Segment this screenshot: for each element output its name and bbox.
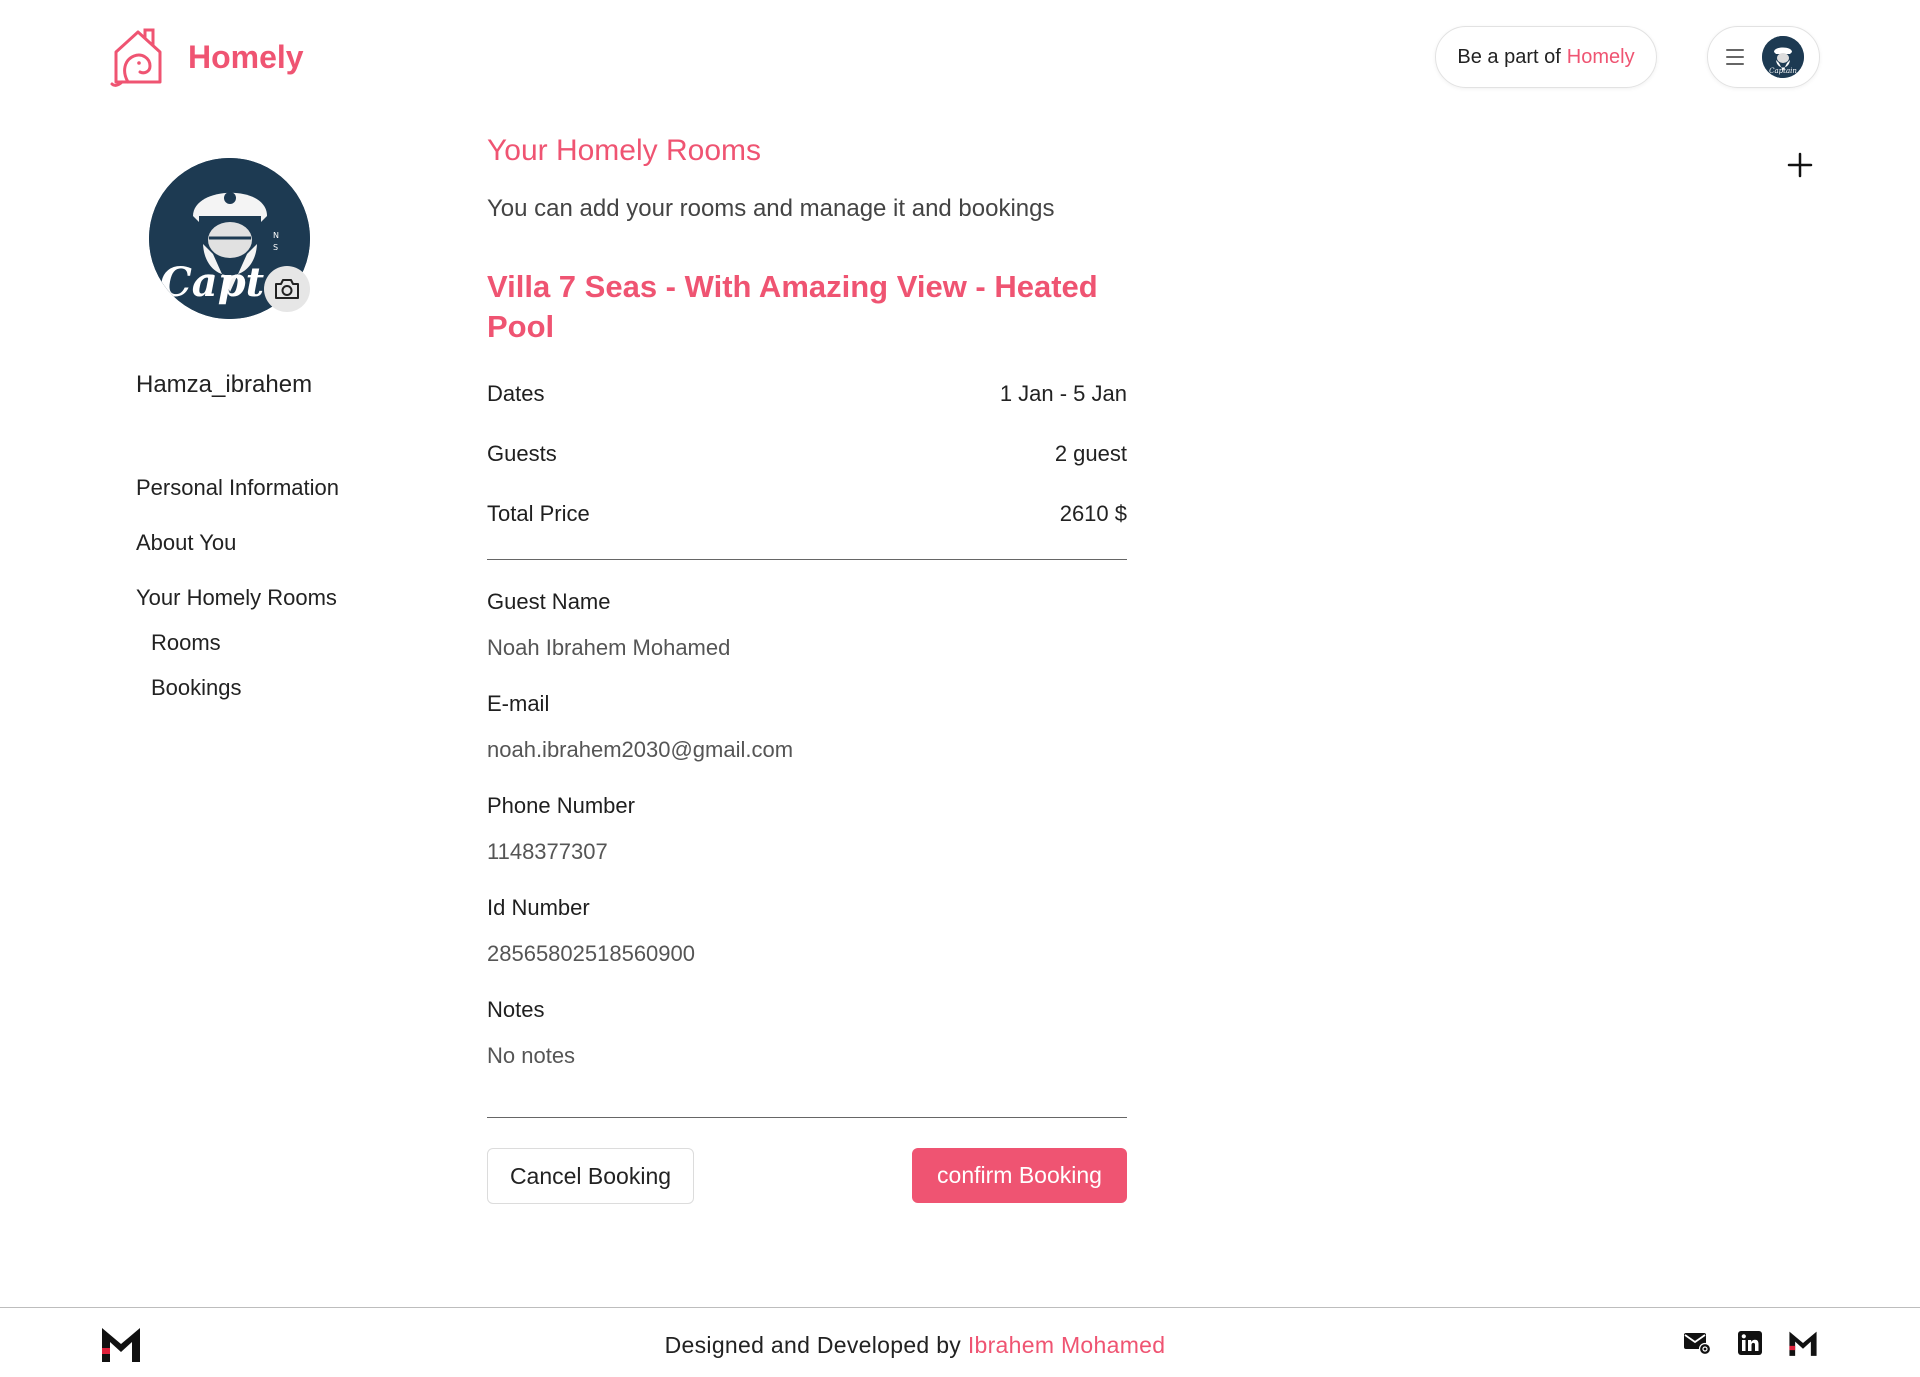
nav-your-homely-rooms[interactable]: Your Homely Rooms [136, 585, 436, 630]
hamburger-icon [1726, 49, 1744, 65]
cancel-booking-button[interactable]: Cancel Booking [487, 1148, 694, 1204]
phone-label: Phone Number [487, 793, 635, 818]
guests-row: Guests 2 guest [487, 441, 1127, 467]
phone-value: 1148377307 [487, 839, 608, 864]
become-host-label: Be a part of [1457, 45, 1561, 68]
nav-bookings[interactable]: Bookings [151, 675, 436, 720]
room-title: Villa 7 Seas - With Amazing View - Heate… [487, 269, 1098, 344]
footer-credit-name[interactable]: Ibrahem Mohamed [968, 1332, 1166, 1358]
footer-social-links [1682, 1328, 1841, 1358]
nav-personal-information[interactable]: Personal Information [136, 475, 436, 530]
email-value: noah.ibrahem2030@gmail.com [487, 737, 794, 762]
confirm-booking-button[interactable]: confirm Booking [912, 1148, 1127, 1203]
mail-link[interactable] [1682, 1328, 1712, 1358]
camera-icon [275, 279, 299, 299]
id-number-value: 28565802518560900 [487, 941, 696, 966]
page-title: Your Homely Rooms [487, 134, 761, 167]
profile-nav: Personal Information About You Your Home… [136, 475, 436, 720]
profile-username: Hamza_ibrahem [136, 371, 313, 398]
divider [487, 559, 1127, 560]
guest-name-label: Guest Name [487, 589, 611, 614]
add-room-button[interactable] [1785, 150, 1815, 180]
svg-text:N: N [273, 231, 279, 240]
notes-value: No notes [487, 1043, 576, 1068]
nav-about-you[interactable]: About You [136, 530, 436, 585]
id-number-label: Id Number [487, 895, 590, 920]
svg-text:S: S [273, 243, 278, 252]
profile-avatar-container: Capta N S [149, 158, 310, 319]
m-logo-icon [1789, 1331, 1817, 1356]
user-menu-button[interactable]: Captain [1707, 26, 1820, 88]
homely-logo[interactable]: Homely [108, 26, 304, 88]
footer: Designed and Developed by Ibrahem Mohame… [0, 1307, 1920, 1377]
profile-sidebar: Capta N S Hamza_ibrahem Personal Informa… [136, 150, 436, 720]
footer-credit-prefix: Designed and Developed by [664, 1332, 962, 1358]
dates-value: 1 Jan - 5 Jan [999, 381, 1127, 406]
guest-name-value: Noah Ibrahem Mohamed [487, 635, 731, 660]
house-logo-icon [110, 28, 162, 87]
plus-icon [1787, 152, 1813, 178]
divider [487, 1117, 1127, 1118]
guests-value: 2 guest [1054, 441, 1127, 466]
nav-rooms[interactable]: Rooms [151, 630, 436, 675]
linkedin-icon [1738, 1331, 1762, 1355]
svg-text:Captain: Captain [1769, 67, 1797, 75]
change-photo-button[interactable] [264, 266, 310, 312]
total-price-value: 2610 $ [1059, 501, 1127, 526]
header: Homely Be a part of Homely Captain [0, 0, 1920, 110]
portfolio-link[interactable] [1788, 1328, 1818, 1358]
total-price-label: Total Price [487, 501, 590, 526]
total-price-row: Total Price 2610 $ [487, 501, 1127, 527]
page-subtitle: You can add your rooms and manage it and… [487, 195, 1055, 222]
linkedin-link[interactable] [1735, 1328, 1765, 1358]
become-host-button[interactable]: Be a part of Homely [1435, 26, 1657, 88]
avatar: Captain [1762, 36, 1804, 78]
guests-label: Guests [487, 441, 557, 466]
notes-label: Notes [487, 997, 545, 1022]
brand-name: Homely [188, 38, 304, 75]
booking-actions: Cancel Booking confirm Booking [487, 1148, 1127, 1204]
main-content: Your Homely Rooms You can add your rooms… [487, 134, 1127, 1204]
footer-credit: Designed and Developed by Ibrahem Mohame… [0, 1332, 1830, 1359]
become-host-brand: Homely [1566, 45, 1635, 68]
dates-label: Dates [487, 381, 545, 406]
mail-icon [1684, 1333, 1711, 1356]
dates-row: Dates 1 Jan - 5 Jan [487, 381, 1127, 407]
email-label: E-mail [487, 691, 550, 716]
